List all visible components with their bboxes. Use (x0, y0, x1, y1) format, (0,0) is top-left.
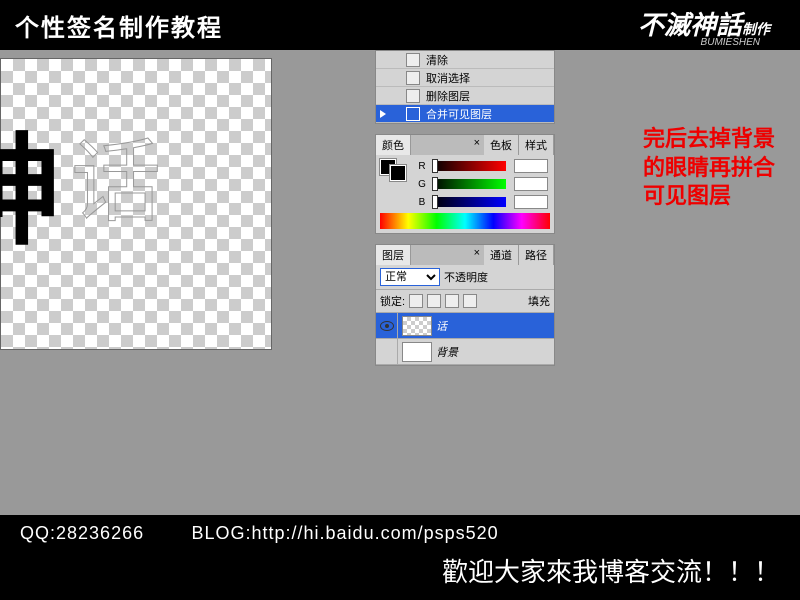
eye-icon (380, 321, 394, 331)
history-label: 取消选择 (426, 70, 470, 86)
layer-blend-row: 正常 不透明度 (376, 265, 554, 290)
top-banner: 个性签名制作教程 不滅神話制作 BUMIESHEN (0, 0, 800, 50)
visibility-toggle[interactable] (376, 313, 398, 338)
g-label: G (416, 179, 428, 190)
lock-all-icon[interactable] (463, 294, 477, 308)
tab-color[interactable]: 颜色 (376, 135, 411, 155)
instruction-text: 完后去掉背景 的眼睛再拼合 可见图层 (643, 125, 775, 211)
slider-thumb[interactable] (432, 195, 438, 209)
transparency-checker: 神 话 (1, 59, 271, 349)
lock-pixels-icon[interactable] (427, 294, 441, 308)
canvas-glyph-2: 话 (71, 109, 161, 239)
opacity-label: 不透明度 (444, 269, 488, 285)
history-label: 删除图层 (426, 88, 470, 104)
history-item[interactable]: 删除图层 (376, 87, 554, 105)
history-panel: 清除 取消选择 删除图层 合并可见图层 (375, 50, 555, 124)
canvas-area[interactable]: 神 话 (0, 58, 272, 350)
slider-thumb[interactable] (432, 159, 438, 173)
hue-bar[interactable] (380, 213, 550, 229)
b-value[interactable] (514, 195, 548, 209)
canvas-glyph-1: 神 (0, 94, 61, 268)
background-swatch[interactable] (390, 165, 406, 181)
fill-label: 填充 (528, 293, 550, 309)
layer-name[interactable]: 背景 (436, 344, 458, 360)
welcome-line: 歡迎大家來我博客交流！！！ (20, 552, 780, 589)
layer-name[interactable]: 话 (436, 318, 447, 334)
tab-layers[interactable]: 图层 (376, 245, 411, 265)
g-value[interactable] (514, 177, 548, 191)
slider-b: B (410, 193, 554, 211)
history-label: 清除 (426, 52, 448, 68)
banner-logo-sub: BUMIESHEN (701, 37, 760, 48)
layer-lock-row: 锁定: 填充 (376, 290, 554, 313)
history-label: 合并可见图层 (426, 106, 492, 122)
history-item-selected[interactable]: 合并可见图层 (376, 105, 554, 123)
lock-transparency-icon[interactable] (409, 294, 423, 308)
layer-thumbnail[interactable] (402, 342, 432, 362)
tab-close-marker: × (470, 245, 484, 265)
r-value[interactable] (514, 159, 548, 173)
layers-panel-tabs: 图层 × 通道 路径 (376, 245, 554, 265)
layer-row[interactable]: 背景 (376, 339, 554, 365)
panels-column: 清除 取消选择 删除图层 合并可见图层 颜色 × 色板 样式 (375, 50, 555, 366)
color-panel: 颜色 × 色板 样式 R G (375, 134, 555, 234)
bottom-banner: QQ:28236266 BLOG:http://hi.baidu.com/psp… (0, 515, 800, 600)
slider-r: R (410, 157, 554, 175)
lock-label: 锁定: (380, 293, 405, 309)
b-track[interactable] (432, 197, 506, 207)
contact-line: QQ:28236266 BLOG:http://hi.baidu.com/psp… (20, 523, 780, 544)
slider-thumb[interactable] (432, 177, 438, 191)
blend-mode-select[interactable]: 正常 (380, 268, 440, 286)
layer-row-selected[interactable]: 话 (376, 313, 554, 339)
history-step-icon (406, 89, 420, 103)
tab-channels[interactable]: 通道 (484, 245, 519, 265)
slider-g: G (410, 175, 554, 193)
g-track[interactable] (432, 179, 506, 189)
r-label: R (416, 161, 428, 172)
fg-bg-swatches[interactable] (376, 155, 410, 211)
b-label: B (416, 197, 428, 208)
history-item[interactable]: 清除 (376, 51, 554, 69)
tab-close-marker: × (470, 135, 484, 155)
visibility-toggle[interactable] (376, 339, 398, 364)
tab-styles[interactable]: 样式 (519, 135, 554, 155)
tab-paths[interactable]: 路径 (519, 245, 554, 265)
color-panel-tabs: 颜色 × 色板 样式 (376, 135, 554, 155)
history-item[interactable]: 取消选择 (376, 69, 554, 87)
workspace: 神 话 清除 取消选择 删除图层 合并可见图层 (0, 50, 800, 515)
banner-title: 个性签名制作教程 (15, 8, 223, 43)
current-step-icon (380, 110, 386, 118)
history-step-icon (406, 71, 420, 85)
r-track[interactable] (432, 161, 506, 171)
lock-position-icon[interactable] (445, 294, 459, 308)
layers-panel: 图层 × 通道 路径 正常 不透明度 锁定: 填充 (375, 244, 555, 366)
history-step-icon (406, 53, 420, 67)
layer-thumbnail[interactable] (402, 316, 432, 336)
history-step-icon (406, 107, 420, 121)
tab-swatches[interactable]: 色板 (484, 135, 519, 155)
